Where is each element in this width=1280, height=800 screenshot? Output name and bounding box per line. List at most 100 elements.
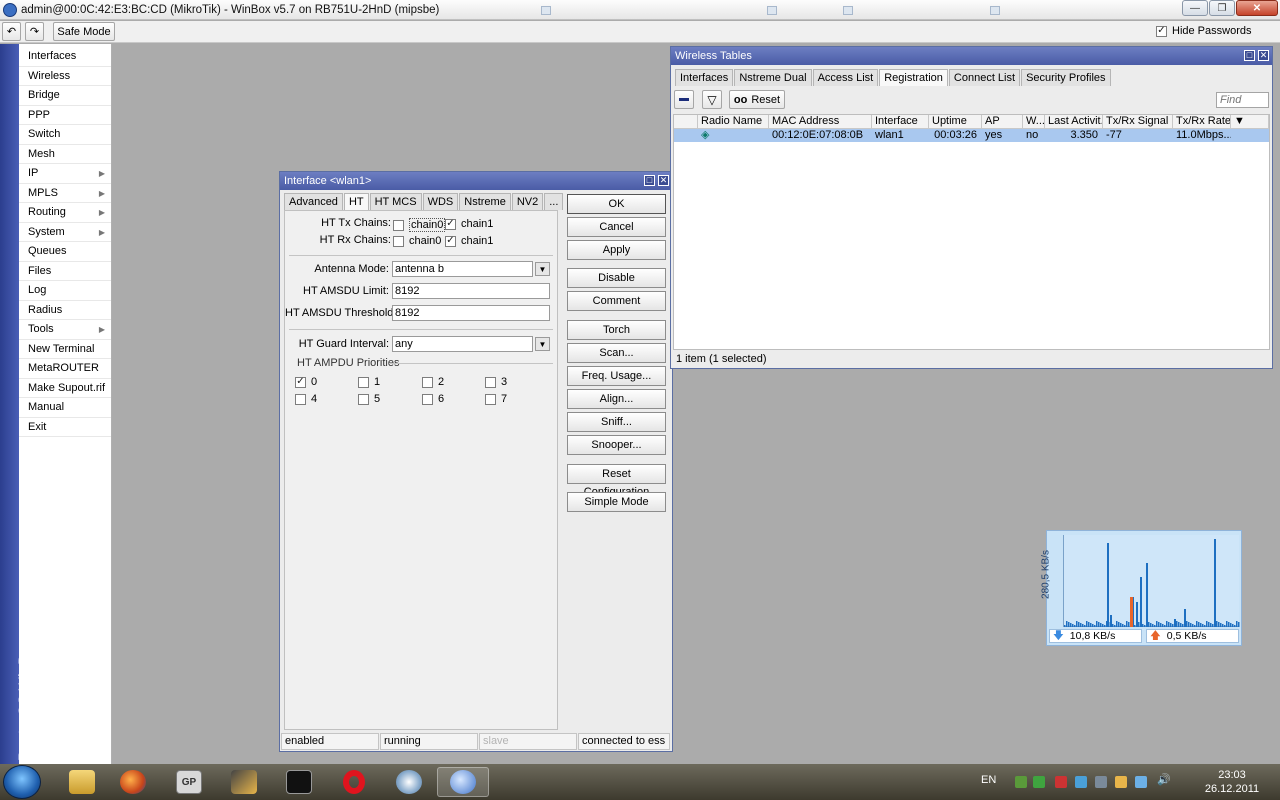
safe-mode-button[interactable]: Safe Mode xyxy=(53,22,115,41)
winamp-taskbar-icon[interactable] xyxy=(218,767,270,797)
priority-3-checkbox[interactable]: 3 xyxy=(485,376,507,388)
disable-button[interactable]: Disable xyxy=(567,268,666,288)
menu-item-tools[interactable]: Tools ▶ xyxy=(19,320,111,340)
maximize-icon[interactable]: □ xyxy=(644,175,655,186)
column-header[interactable]: MAC Address xyxy=(769,115,872,129)
paint-taskbar-icon[interactable] xyxy=(383,767,435,797)
opera-taskbar-icon[interactable] xyxy=(328,767,380,797)
close-button[interactable]: ✕ xyxy=(1236,0,1278,16)
menu-item-system[interactable]: System ▶ xyxy=(19,223,111,242)
priority-1-checkbox[interactable]: 1 xyxy=(358,376,380,388)
menu-item-wireless[interactable]: Wireless xyxy=(19,67,111,86)
menu-item-mesh[interactable]: Mesh xyxy=(19,145,111,164)
menu-item-ip[interactable]: IP ▶ xyxy=(19,164,111,184)
tab-connect-list[interactable]: Connect List xyxy=(948,69,1021,86)
menu-item-manual[interactable]: Manual xyxy=(19,398,111,418)
guard-interval-dropdown-icon[interactable]: ▼ xyxy=(535,337,550,351)
scan-button[interactable]: Scan... xyxy=(567,343,666,363)
priority-0-checkbox[interactable]: ✓ 0 xyxy=(295,376,317,388)
tab-interfaces[interactable]: Interfaces xyxy=(675,69,734,86)
column-header[interactable]: Last Activit... xyxy=(1045,115,1103,129)
cancel-button[interactable]: Cancel xyxy=(567,217,666,237)
network-tray-icon[interactable] xyxy=(1075,776,1087,788)
tab-advanced[interactable]: Advanced xyxy=(284,193,343,210)
torch-button[interactable]: Torch xyxy=(567,320,666,340)
tab-ht-mcs[interactable]: HT MCS xyxy=(369,193,422,210)
gp-taskbar-icon[interactable]: GP xyxy=(163,767,215,797)
menu-item-exit[interactable]: Exit xyxy=(19,418,111,437)
tab-registration[interactable]: Registration xyxy=(879,69,948,86)
priority-2-checkbox[interactable]: 2 xyxy=(422,376,444,388)
find-input[interactable] xyxy=(1216,92,1269,108)
antenna-mode-dropdown-icon[interactable]: ▼ xyxy=(535,262,550,276)
menu-item-log[interactable]: Log xyxy=(19,281,111,301)
menu-item-radius[interactable]: Radius xyxy=(19,301,111,320)
tab-nstreme[interactable]: Nstreme xyxy=(459,193,511,210)
priority-7-checkbox[interactable]: 7 xyxy=(485,393,507,405)
language-indicator[interactable]: EN xyxy=(981,774,996,786)
menu-item-files[interactable]: Files xyxy=(19,262,111,281)
tray-app-icon[interactable] xyxy=(1095,776,1107,788)
align-button[interactable]: Align... xyxy=(567,389,666,409)
start-button[interactable] xyxy=(3,765,41,799)
menu-item-metarouter[interactable]: MetaROUTER xyxy=(19,359,111,379)
explorer-taskbar-icon[interactable] xyxy=(56,767,108,797)
tab-[interactable]: ... xyxy=(544,193,564,210)
tab-security-profiles[interactable]: Security Profiles xyxy=(1021,69,1111,86)
hide-passwords-toggle[interactable]: ✓ Hide Passwords xyxy=(1156,25,1251,37)
column-header[interactable]: Uptime xyxy=(929,115,982,129)
tab-nstreme-dual[interactable]: Nstreme Dual xyxy=(734,69,812,86)
hide-passwords-checkbox[interactable]: ✓ xyxy=(1156,25,1167,37)
amsdu-threshold-input[interactable]: 8192 xyxy=(392,305,550,321)
redo-button[interactable]: ↷ xyxy=(25,22,44,41)
tab-access-list[interactable]: Access List xyxy=(812,69,879,86)
tx-chain1-checkbox[interactable]: ✓ chain1 xyxy=(445,218,493,230)
simple-mode-button[interactable]: Simple Mode xyxy=(567,492,666,512)
antivirus-tray-icon[interactable] xyxy=(1055,776,1067,788)
apply-button[interactable]: Apply xyxy=(567,240,666,260)
reset-button[interactable]: oo Reset xyxy=(729,90,785,109)
undo-button[interactable]: ↶ xyxy=(2,22,21,41)
column-header[interactable]: Radio Name xyxy=(698,115,769,129)
filter-button[interactable]: ▽ xyxy=(702,90,722,109)
snooper-button[interactable]: Snooper... xyxy=(567,435,666,455)
menu-item-new-terminal[interactable]: New Terminal xyxy=(19,340,111,359)
maximize-icon[interactable]: □ xyxy=(1244,50,1255,61)
priority-4-checkbox[interactable]: 4 xyxy=(295,393,317,405)
tab-wds[interactable]: WDS xyxy=(422,193,459,210)
maximize-button[interactable]: ❐ xyxy=(1209,0,1235,16)
menu-item-interfaces[interactable]: Interfaces xyxy=(19,47,111,67)
clock[interactable]: 23:03 26.12.2011 xyxy=(1197,768,1267,796)
priority-5-checkbox[interactable]: 5 xyxy=(358,393,380,405)
column-header[interactable]: Tx/Rx Signal ... xyxy=(1103,115,1173,129)
rx-chain1-checkbox[interactable]: ✓ chain1 xyxy=(445,235,493,247)
menu-item-routing[interactable]: Routing ▶ xyxy=(19,203,111,223)
tab-ht[interactable]: HT xyxy=(343,193,369,210)
freq-usage-button[interactable]: Freq. Usage... xyxy=(567,366,666,386)
column-header[interactable]: Tx/Rx Rate xyxy=(1173,115,1231,129)
amsdu-limit-input[interactable]: 8192 xyxy=(392,283,550,299)
tray-app-icon[interactable] xyxy=(1135,776,1147,788)
menu-item-bridge[interactable]: Bridge xyxy=(19,86,111,106)
rx-chain0-checkbox[interactable]: chain0 xyxy=(393,235,441,247)
volume-icon[interactable]: 🔊 xyxy=(1157,773,1171,786)
column-header[interactable]: AP xyxy=(982,115,1023,129)
wireless-tables-titlebar[interactable]: Wireless Tables □ ✕ xyxy=(671,47,1272,65)
ok-button[interactable]: OK xyxy=(567,194,666,214)
sniff-button[interactable]: Sniff... xyxy=(567,412,666,432)
firefox-taskbar-icon[interactable] xyxy=(107,767,159,797)
comment-button[interactable]: Comment xyxy=(567,291,666,311)
nvidia-tray-icon[interactable] xyxy=(1015,776,1027,788)
menu-item-make-supout-rif[interactable]: Make Supout.rif xyxy=(19,379,111,398)
table-row[interactable]: ◈ 00:12:0E:07:08:0B wlan1 00:03:26 yes no 3.35… xyxy=(674,129,1269,142)
menu-item-switch[interactable]: Switch xyxy=(19,125,111,145)
close-icon[interactable]: ✕ xyxy=(1258,50,1269,61)
guard-interval-select[interactable]: any xyxy=(392,336,533,352)
menu-item-ppp[interactable]: PPP xyxy=(19,106,111,125)
priority-6-checkbox[interactable]: 6 xyxy=(422,393,444,405)
winbox-taskbar-icon[interactable] xyxy=(437,767,489,797)
tray-app-icon[interactable] xyxy=(1115,776,1127,788)
columns-dropdown-icon[interactable]: ▼ xyxy=(1231,115,1269,129)
minimize-button[interactable]: — xyxy=(1182,0,1208,16)
tray-app-icon[interactable] xyxy=(1033,776,1045,788)
